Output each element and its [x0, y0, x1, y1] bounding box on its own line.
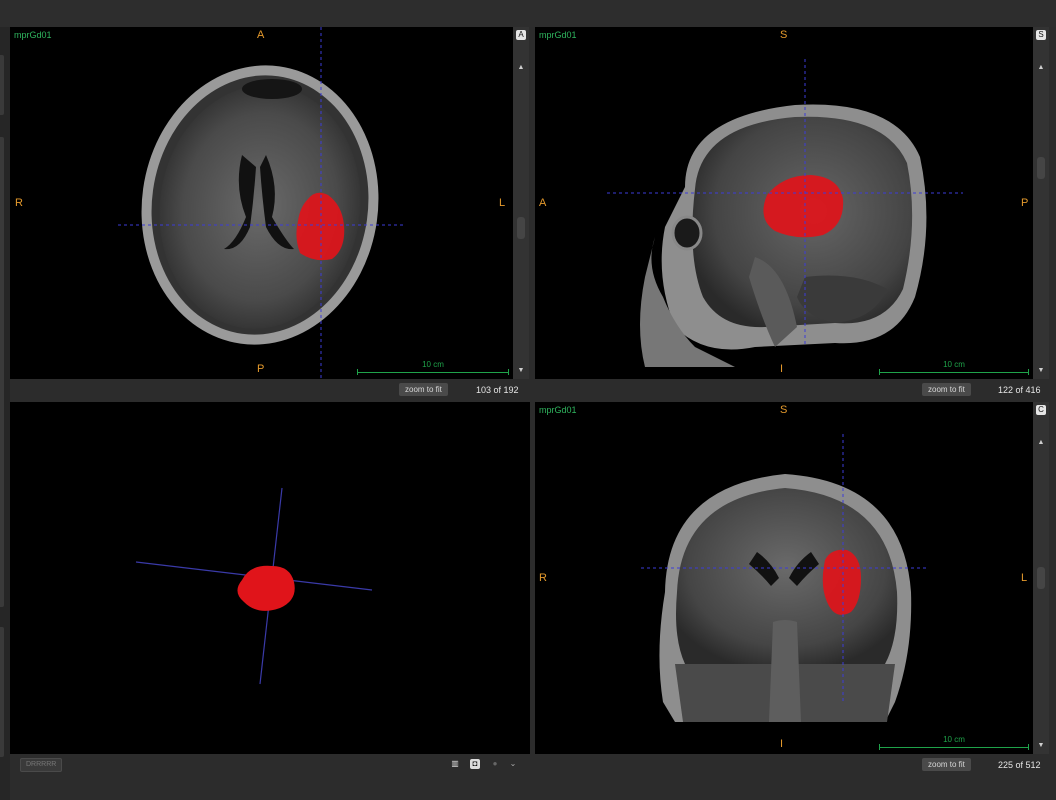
top-bar — [0, 0, 1056, 27]
panel-tab[interactable] — [0, 627, 4, 757]
slice-indicator: 103 of 192 — [476, 385, 519, 395]
orientation-bottom: P — [257, 363, 265, 375]
axial-mri-image[interactable] — [10, 27, 513, 379]
arrow-down-icon[interactable]: ▼ — [1033, 367, 1049, 374]
axial-viewport[interactable]: mprGd01 A P R L 10 cm — [10, 27, 513, 379]
eye-icon[interactable]: ● — [490, 759, 500, 769]
series-label: mprGd01 — [14, 30, 52, 40]
3d-option-button[interactable]: DRRRRR — [20, 758, 63, 772]
layout-icon[interactable]: C — [1036, 405, 1046, 415]
orientation-top: S — [780, 404, 788, 416]
3d-render-viewport[interactable] — [10, 402, 530, 754]
scale-bar-label: 10 cm — [943, 735, 965, 744]
frontal-sinus — [242, 79, 302, 99]
left-edge-panel — [0, 27, 10, 800]
arrow-up-icon[interactable]: ▲ — [1033, 64, 1049, 71]
series-label: mprGd01 — [539, 30, 577, 40]
orientation-right: P — [1021, 197, 1029, 209]
camera-icon[interactable]: ◘ — [470, 759, 480, 769]
slice-indicator: 225 of 512 — [998, 760, 1041, 770]
zoom-to-fit-button[interactable]: zoom to fit — [922, 758, 971, 771]
orientation-bottom: I — [780, 363, 784, 375]
sagittal-mri-image[interactable] — [535, 27, 1033, 379]
orbit — [671, 215, 703, 251]
scale-bar-label: 10 cm — [943, 360, 965, 369]
coronal-footer: zoom to fit 225 of 512 — [535, 756, 1049, 774]
layout-icon[interactable]: ▥ — [450, 759, 460, 769]
scroll-thumb[interactable] — [1037, 567, 1045, 589]
layout-icon[interactable]: S — [1036, 30, 1046, 40]
arrow-up-icon[interactable]: ▲ — [1033, 439, 1049, 446]
orientation-top: A — [257, 29, 265, 41]
coronal-scrollbar[interactable]: C ▲ ▼ — [1033, 402, 1049, 754]
orientation-right: L — [1021, 572, 1028, 584]
scale-bar: 10 cm — [879, 735, 1029, 750]
scale-bar: 10 cm — [357, 360, 509, 375]
scroll-thumb[interactable] — [1037, 157, 1045, 179]
slice-indicator: 122 of 416 — [998, 385, 1041, 395]
scale-bar: 10 cm — [879, 360, 1029, 375]
orientation-left: R — [15, 197, 23, 209]
arrow-up-icon[interactable]: ▲ — [513, 64, 529, 71]
arrow-down-icon[interactable]: ▼ — [1033, 742, 1049, 749]
brainstem — [769, 620, 801, 722]
orientation-bottom: I — [780, 738, 784, 750]
scroll-thumb[interactable] — [517, 217, 525, 239]
coronal-mri-image[interactable] — [535, 402, 1033, 754]
scale-bar-label: 10 cm — [422, 360, 444, 369]
orientation-right: L — [499, 197, 506, 209]
sagittal-scrollbar[interactable]: S ▲ ▼ — [1033, 27, 1049, 379]
sagittal-viewport[interactable]: mprGd01 S I A P 10 cm — [535, 27, 1033, 379]
viewer-app: mprGd01 A P R L 10 cm A ▲ ▼ zoom to fit … — [0, 0, 1056, 800]
3d-render[interactable] — [10, 402, 530, 754]
zoom-to-fit-button[interactable]: zoom to fit — [922, 383, 971, 396]
sagittal-footer: zoom to fit 122 of 416 — [535, 381, 1049, 399]
arrow-down-icon[interactable]: ▼ — [513, 367, 529, 374]
chevron-down-icon[interactable]: ⌄ — [508, 759, 518, 769]
axial-scrollbar[interactable]: A ▲ ▼ — [513, 27, 529, 379]
layout-icon[interactable]: A — [516, 30, 526, 40]
coronal-viewport[interactable]: mprGd01 S I R L 10 cm — [535, 402, 1033, 754]
series-label: mprGd01 — [539, 405, 577, 415]
panel-tab[interactable] — [0, 137, 4, 607]
tumor-3d-model — [237, 565, 295, 611]
axial-footer: zoom to fit 103 of 192 — [10, 381, 529, 399]
zoom-to-fit-button[interactable]: zoom to fit — [399, 383, 448, 396]
3d-footer: DRRRRR ▥ ◘ ● ⌄ — [10, 756, 530, 774]
orientation-left: R — [539, 572, 547, 584]
panel-tab[interactable] — [0, 55, 4, 115]
orientation-top: S — [780, 29, 788, 41]
orientation-left: A — [539, 197, 547, 209]
